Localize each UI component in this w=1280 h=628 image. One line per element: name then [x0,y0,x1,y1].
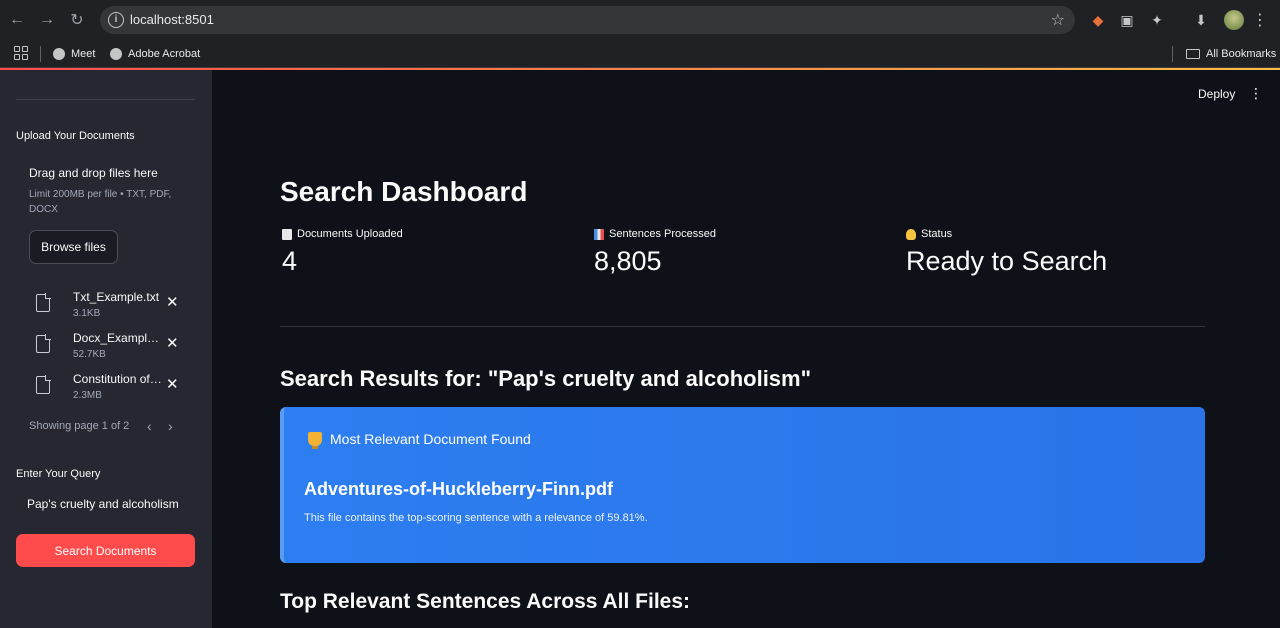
card-heading-row: Most Relevant Document Found [308,431,531,449]
app-menu-icon[interactable]: ⋮ [1249,85,1263,102]
metric-label: Status [921,228,953,240]
bookmark-label: Adobe Acrobat [128,48,201,60]
profile-avatar[interactable] [1224,10,1244,30]
dropzone-hint: Limit 200MB per file • TXT, PDF, DOCX [29,189,172,215]
file-size: 3.1KB [73,308,101,319]
metric-value: 8,805 [594,246,662,276]
top-sentences-heading: Top Relevant Sentences Across All Files: [280,590,691,613]
bookmarks-bar: Meet Adobe Acrobat All Bookmarks [0,40,1280,68]
metric-label-row: Documents Uploaded [282,228,403,240]
remove-file-icon[interactable]: ✕ [166,334,179,352]
bookmark-star-icon[interactable]: ☆ [1051,10,1065,30]
back-icon[interactable]: ← [6,9,28,31]
result-description: This file contains the top-scoring sente… [304,512,648,524]
metric-value: Ready to Search [906,246,1108,276]
card-heading: Most Relevant Document Found [330,431,531,447]
metric-value: 4 [282,246,298,276]
bookmark-meet[interactable]: Meet [53,45,95,63]
top-result-card: Most Relevant Document Found Adventures-… [280,407,1205,563]
address-bar[interactable]: i localhost:8501 ☆ [100,6,1075,34]
extensions-puzzle-icon[interactable]: ✦ [1148,11,1166,29]
deploy-button[interactable]: Deploy [1198,87,1235,101]
file-icon [36,293,51,312]
all-bookmarks-label: All Bookmarks [1206,48,1277,60]
url-text[interactable]: localhost:8501 [130,12,214,27]
reload-icon[interactable]: ↻ [66,9,88,31]
metric-label-row: Status [906,228,1107,240]
file-icon [36,334,51,353]
upload-label: Upload Your Documents [16,130,135,142]
sidebar-divider [16,99,195,100]
results-heading: Search Results for: "Pap's cruelty and a… [280,366,812,391]
uploaded-file: Docx_Example.docx 52.7KB ✕ [34,331,184,365]
forward-icon[interactable]: → [36,9,58,31]
page-title: Search Dashboard [280,176,528,207]
document-icon [282,228,292,240]
file-size: 52.7KB [73,349,106,360]
extension-icon[interactable]: ▣ [1118,11,1136,29]
pagination-text: Showing page 1 of 2 [29,420,130,432]
metric-label: Sentences Processed [609,228,717,240]
search-documents-button[interactable]: Search Documents [16,534,195,567]
download-icon[interactable]: ⬇ [1192,11,1210,29]
metric-label-row: Sentences Processed [594,228,716,240]
all-bookmarks[interactable]: All Bookmarks [1186,45,1276,63]
file-name: Docx_Example.docx [73,331,165,345]
apps-grid-icon[interactable] [14,46,28,60]
uploaded-file: Txt_Example.txt 3.1KB ✕ [34,290,184,324]
globe-icon [53,48,65,60]
bookmark-separator [1172,46,1173,62]
prev-page-icon[interactable]: ‹ [147,418,152,434]
divider [280,326,1205,327]
file-name: Constitution of India.pdf [73,372,165,386]
result-document-name: Adventures-of-Huckleberry-Finn.pdf [304,479,614,499]
folder-icon [1186,49,1200,59]
remove-file-icon[interactable]: ✕ [166,293,179,311]
metric-documents: Documents Uploaded 4 [282,228,403,277]
globe-icon [110,48,122,60]
browse-files-button[interactable]: Browse files [29,230,118,264]
query-label: Enter Your Query [16,468,101,480]
bookmark-adobe-acrobat[interactable]: Adobe Acrobat [110,45,200,63]
remove-file-icon[interactable]: ✕ [166,375,179,393]
bar-chart-icon [594,228,604,240]
file-icon [36,375,51,394]
sidebar: Upload Your Documents Drag and drop file… [0,70,212,628]
lightbulb-icon [906,228,916,240]
bookmark-separator [40,46,41,62]
metric-label: Documents Uploaded [297,228,403,240]
metric-status: Status Ready to Search [906,228,1107,277]
browser-menu-icon[interactable]: ⋮ [1252,10,1268,30]
site-info-icon[interactable]: i [108,12,124,28]
main-content: Deploy ⋮ Search Dashboard Documents Uplo… [212,70,1280,628]
metric-sentences: Sentences Processed 8,805 [594,228,716,277]
trophy-icon [308,432,322,449]
extension-fox-icon[interactable]: ◆ [1089,11,1107,29]
file-name: Txt_Example.txt [73,290,160,304]
uploaded-file: Constitution of India.pdf 2.3MB ✕ [34,372,184,406]
next-page-icon[interactable]: › [168,418,173,434]
query-input[interactable]: Pap's cruelty and alcoholism [27,497,179,511]
dropzone-title: Drag and drop files here [29,166,158,180]
file-size: 2.3MB [73,390,102,401]
browser-toolbar: ← → ↻ i localhost:8501 ☆ ◆ ▣ ✦ ⬇ ⋮ [0,0,1280,40]
bookmark-label: Meet [71,48,96,60]
